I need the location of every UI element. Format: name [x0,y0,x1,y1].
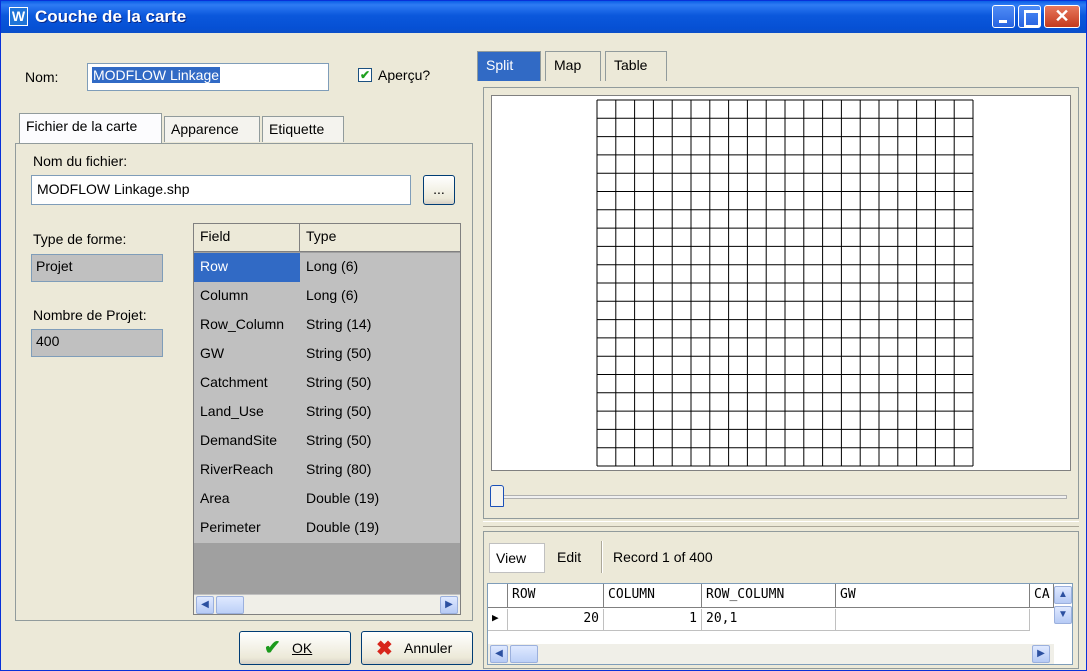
table-row[interactable]: GW String (50) [194,340,460,369]
current-row-icon: ▶ [488,609,508,631]
dialog-window: W Couche de la carte ✕ Nom: MODFLOW Link… [0,0,1087,671]
cell-gw[interactable] [836,609,1030,631]
table-row[interactable]: Row_Column String (14) [194,311,460,340]
scroll-right-icon[interactable]: ▶ [440,596,458,614]
title-bar[interactable]: W Couche de la carte ✕ [1,1,1086,33]
table-row[interactable]: Land_Use String (50) [194,398,460,427]
tab-table[interactable]: Table [605,51,667,81]
field-name-cell: Column [200,287,249,303]
field-name-cell: RiverReach [200,461,274,477]
tab-label[interactable]: Etiquette [262,116,344,142]
table-scroll-left-icon[interactable]: ◀ [490,645,508,663]
browse-button[interactable]: ... [423,175,455,205]
col-row-header[interactable]: ROW [508,584,604,608]
scroll-up-icon[interactable]: ▲ [1054,586,1072,604]
field-type-cell: String (14) [306,316,372,332]
field-name-cell: Perimeter [200,519,261,535]
modflow-grid [596,99,974,467]
fields-table[interactable]: Field Type Row Long (6) Column Long (6) Row_… [193,223,461,615]
tab-map[interactable]: Map [545,51,601,81]
cell-row-column[interactable]: 20,1 [702,609,836,631]
table-scroll-thumb[interactable] [510,645,538,663]
tab-appearance[interactable]: Apparence [164,116,260,142]
cancel-button[interactable]: ✖ Annuler [361,631,473,665]
table-row[interactable]: RiverReach String (80) [194,456,460,485]
field-type-cell: String (50) [306,345,372,361]
field-name-cell: Row [194,253,300,282]
app-icon: W [9,7,28,26]
cell-row[interactable]: 20 [508,609,604,631]
scroll-thumb[interactable] [216,596,244,614]
x-icon: ✖ [376,638,393,660]
shape-type-value: Projet [31,254,163,282]
ok-button[interactable]: ✔ OK [239,631,351,665]
table-row[interactable]: Column Long (6) [194,282,460,311]
scroll-down-icon[interactable]: ▼ [1054,606,1072,624]
slider-track[interactable] [497,495,1067,499]
header-field[interactable]: Field [194,224,300,252]
field-type-cell: Double (19) [306,519,380,535]
field-type-cell: String (50) [306,374,372,390]
field-type-cell: String (80) [306,461,372,477]
ok-label: OK [292,640,313,656]
tab-map-file[interactable]: Fichier de la carte [19,113,162,143]
count-value: 400 [31,329,163,357]
view-button[interactable]: View [489,543,545,573]
field-type-cell: String (50) [306,403,372,419]
file-name-label: Nom du fichier: [33,153,128,169]
field-name-cell: Land_Use [200,403,264,419]
shape-type-label: Type de forme: [33,231,127,247]
checkmark-icon: ✔ [264,637,281,659]
fields-hscrollbar[interactable]: ◀ ▶ [194,594,460,614]
field-name-cell: Catchment [200,374,268,390]
table-row[interactable]: Area Double (19) [194,485,460,514]
attribute-table[interactable]: ROW COLUMN ROW_COLUMN GW CA ▶ 20 1 20,1 … [487,583,1073,665]
field-type-cell: Long (6) [306,287,359,303]
name-label: Nom: [25,69,59,85]
field-type-cell: Double (19) [306,490,380,506]
field-name-cell: Row_Column [200,316,285,332]
scroll-left-icon[interactable]: ◀ [196,596,214,614]
window-title: Couche de la carte [35,7,187,26]
fields-table-header: Field Type [194,224,460,252]
record-count: Record 1 of 400 [613,549,713,565]
preview-label: Aperçu? [378,67,431,83]
minimize-button[interactable] [992,5,1015,28]
field-name-cell: DemandSite [200,432,278,448]
cancel-label: Annuler [404,640,453,656]
attribute-hscrollbar[interactable]: ◀ ▶ [488,644,1054,664]
splitter[interactable] [483,521,1079,527]
close-icon: ✕ [1054,6,1070,26]
name-value: MODFLOW Linkage [92,67,221,83]
name-input[interactable]: MODFLOW Linkage [87,63,329,91]
maximize-button[interactable] [1018,5,1041,28]
cell-column[interactable]: 1 [604,609,702,631]
table-scroll-right-icon[interactable]: ▶ [1032,645,1050,663]
header-type[interactable]: Type [300,224,460,252]
field-type-cell: String (50) [306,432,372,448]
edit-button[interactable]: Edit [551,543,591,573]
preview-checkbox[interactable]: ✔ [358,68,372,82]
slider-thumb[interactable] [490,485,504,507]
col-row-column-header[interactable]: ROW_COLUMN [702,584,836,608]
field-name-cell: Area [200,490,230,506]
map-view[interactable] [491,95,1071,471]
toolbar-separator [601,541,603,573]
table-row[interactable]: DemandSite String (50) [194,427,460,456]
tab-split[interactable]: Split [477,51,541,81]
col-gw-header[interactable]: GW [836,584,1030,608]
table-row[interactable]: Row Long (6) [194,253,460,282]
table-row[interactable]: Catchment String (50) [194,369,460,398]
count-label: Nombre de Projet: [33,307,147,323]
close-button[interactable]: ✕ [1044,5,1080,28]
col-column-header[interactable]: COLUMN [604,584,702,608]
file-name-input[interactable]: MODFLOW Linkage.shp [31,175,411,205]
field-name-cell: GW [200,345,225,361]
table-row[interactable]: Perimeter Double (19) [194,514,460,543]
field-type-cell: Long (6) [306,258,359,274]
col-catchment-header[interactable]: CA [1030,584,1054,608]
row-indicator-header [488,584,508,608]
